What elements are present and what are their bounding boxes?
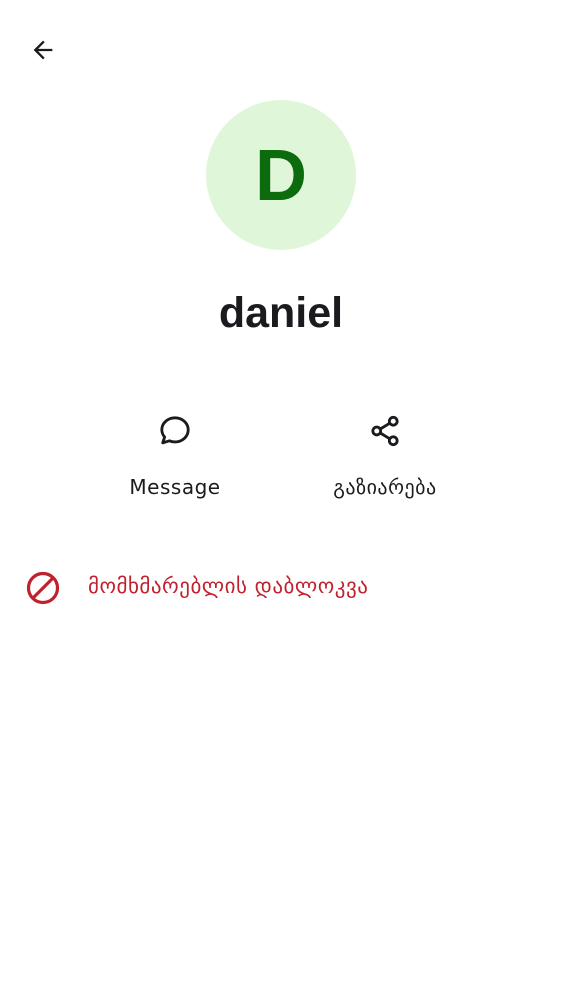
share-icon (367, 413, 403, 449)
share-button[interactable]: გაზიარება (300, 400, 470, 515)
block-user-label: მომხმარებლის დაბლოკვა (88, 574, 369, 598)
avatar-letter: D (255, 136, 307, 216)
message-label: Message (129, 475, 221, 499)
back-button[interactable] (20, 27, 66, 73)
message-button[interactable]: Message (90, 400, 260, 515)
profile-name: daniel (218, 289, 344, 337)
block-user-button[interactable]: მომხმარებლის დაბლოკვა (0, 556, 562, 620)
block-icon (26, 571, 60, 605)
chat-bubble-icon (157, 413, 193, 449)
arrow-back-icon (33, 40, 53, 60)
share-label: გაზიარება (333, 475, 437, 499)
avatar: D (206, 100, 356, 250)
